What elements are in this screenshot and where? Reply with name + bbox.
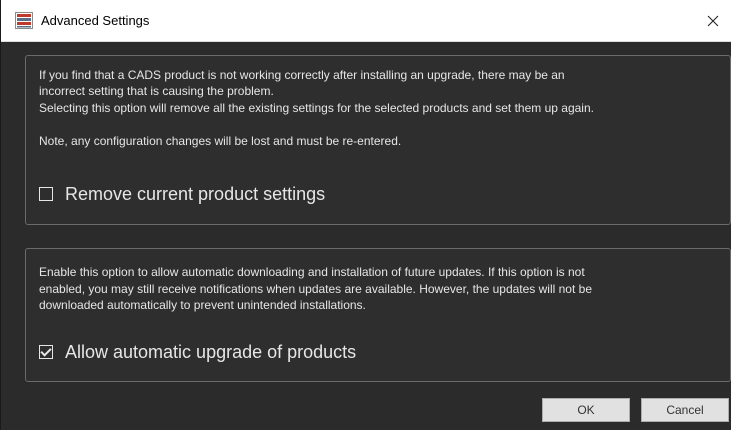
upgrade-description-line-3: downloaded automatically to prevent unin… xyxy=(39,298,366,312)
title-bar: Advanced Settings xyxy=(1,0,731,42)
reset-description-line-3: Selecting this option will remove all th… xyxy=(39,101,594,115)
auto-upgrade-checkbox-row[interactable]: Allow automatic upgrade of products xyxy=(39,341,356,363)
cads-app-icon xyxy=(15,12,33,29)
remove-settings-label[interactable]: Remove current product settings xyxy=(65,183,325,205)
dialog-title: Advanced Settings xyxy=(41,13,150,28)
close-icon xyxy=(707,15,719,26)
reset-description-line-1: If you find that a CADS product is not w… xyxy=(39,68,565,82)
auto-upgrade-label[interactable]: Allow automatic upgrade of products xyxy=(65,341,356,363)
upgrade-description-line-2: enabled, you may still receive notificat… xyxy=(39,282,592,296)
upgrade-description-line-1: Enable this option to allow automatic do… xyxy=(39,265,585,279)
reset-note: Note, any configuration changes will be … xyxy=(39,134,402,148)
advanced-settings-dialog: Advanced Settings If you find that a CAD… xyxy=(0,0,731,430)
reset-settings-panel: If you find that a CADS product is not w… xyxy=(25,55,731,225)
remove-settings-checkbox-row[interactable]: Remove current product settings xyxy=(39,183,325,205)
remove-settings-checkbox[interactable] xyxy=(39,187,53,201)
ok-button[interactable]: OK xyxy=(542,398,630,422)
auto-upgrade-checkbox[interactable] xyxy=(39,345,53,359)
cancel-button[interactable]: Cancel xyxy=(641,398,729,422)
reset-description-line-2: incorrect setting that is causing the pr… xyxy=(39,84,274,98)
auto-upgrade-panel: Enable this option to allow automatic do… xyxy=(25,248,731,382)
close-button[interactable] xyxy=(694,0,731,41)
